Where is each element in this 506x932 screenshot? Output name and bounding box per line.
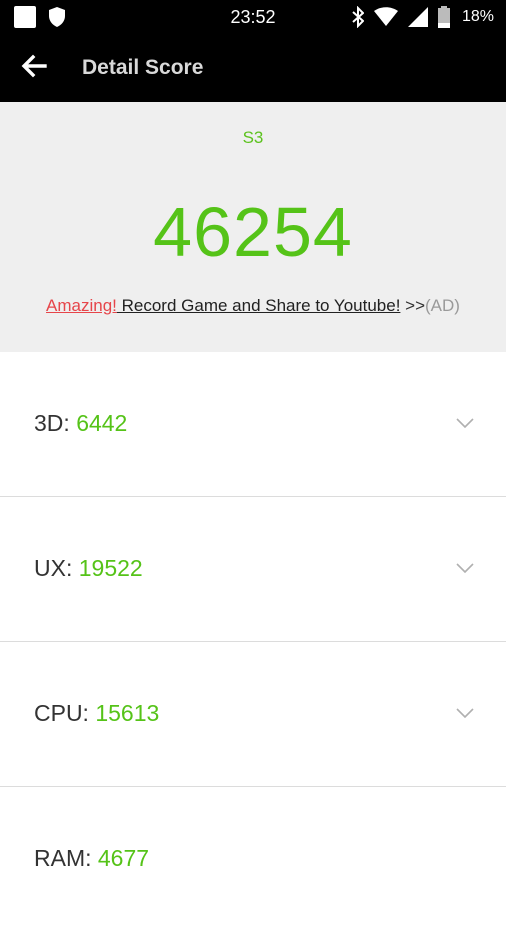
ad-banner[interactable]: Amazing! Record Game and Share to Youtub… xyxy=(0,296,506,316)
score-label: 3D: 6442 xyxy=(34,410,127,437)
chevron-down-icon[interactable] xyxy=(456,705,474,723)
score-value: 19522 xyxy=(78,555,143,581)
score-category: 3D: xyxy=(34,410,77,436)
chevron-down-icon[interactable] xyxy=(456,560,474,578)
battery-percent: 18% xyxy=(461,8,494,25)
battery-icon xyxy=(437,6,450,28)
device-name: S3 xyxy=(242,128,264,147)
score-value: 4677 xyxy=(97,845,150,871)
score-value: 6442 xyxy=(76,410,128,436)
status-right-icons: 18% xyxy=(352,6,494,28)
page-title: Detail Score xyxy=(82,56,204,79)
score-category: CPU: xyxy=(34,700,96,726)
score-row-ram[interactable]: RAM: 4677 xyxy=(0,787,506,932)
score-summary: S3 46254 Amazing! Record Game and Share … xyxy=(0,102,506,352)
score-category: UX: xyxy=(34,555,79,581)
signal-icon xyxy=(407,7,428,27)
score-value: 15613 xyxy=(95,700,160,726)
app-bar: Detail Score xyxy=(0,34,506,102)
status-bar: 23:52 18% xyxy=(0,0,506,34)
total-score: 46254 xyxy=(153,193,353,271)
ad-highlight-text[interactable]: Amazing! xyxy=(46,296,117,315)
score-category: RAM: xyxy=(34,845,98,871)
score-label: CPU: 15613 xyxy=(34,700,159,727)
ad-link[interactable]: Record Game and Share to Youtube! xyxy=(117,296,401,315)
score-label: UX: 19522 xyxy=(34,555,143,582)
arrow-left-icon xyxy=(21,54,47,83)
score-row-3d[interactable]: 3D: 6442 xyxy=(0,352,506,497)
chevron-down-icon[interactable] xyxy=(456,415,474,433)
score-label: RAM: 4677 xyxy=(34,845,149,872)
bluetooth-icon xyxy=(352,6,364,28)
score-row-ux[interactable]: UX: 19522 xyxy=(0,497,506,642)
ad-tag: (AD) xyxy=(425,296,460,315)
score-row-cpu[interactable]: CPU: 15613 xyxy=(0,642,506,787)
ad-arrows: >> xyxy=(400,296,426,315)
back-button[interactable] xyxy=(18,52,50,84)
wifi-icon xyxy=(373,7,398,27)
